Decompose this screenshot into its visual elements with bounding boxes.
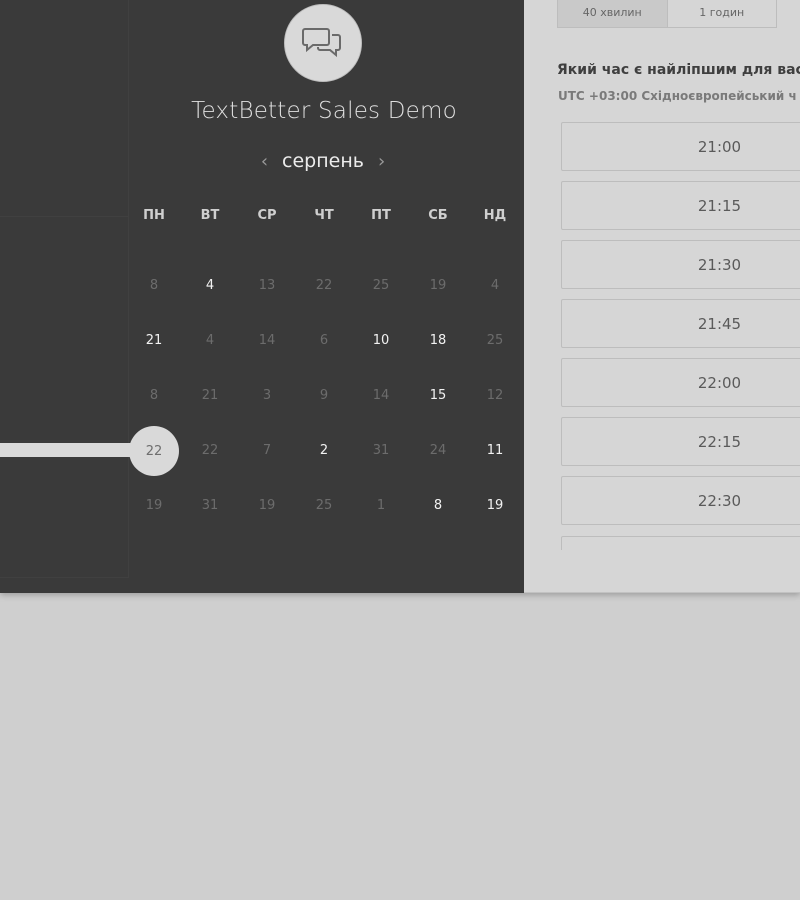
time-slot-button[interactable]: 21:00: [561, 122, 800, 171]
calendar-day-available[interactable]: 15: [418, 384, 458, 408]
calendar-day: 3: [262, 388, 272, 403]
time-slot-button[interactable]: 21:45: [561, 299, 800, 348]
scheduler-widget: TextBetter Sales Demo ‹ серпень › ПН ВТ СР…: [0, 0, 800, 593]
calendar-day: 8: [149, 278, 159, 293]
calendar-day: 6: [319, 333, 329, 348]
selected-day[interactable]: 22: [129, 426, 179, 476]
time-slot-button[interactable]: 21:30: [561, 240, 800, 289]
calendar-day: 22: [315, 278, 333, 293]
duration-toggle: 40 хвилин 1 годин: [557, 0, 777, 28]
prev-month-button[interactable]: ‹: [261, 151, 268, 172]
time-slot-label: 21:15: [697, 197, 742, 215]
time-slot-label: 21:30: [697, 256, 742, 274]
calendar-day: 13: [258, 278, 276, 293]
calendar-day-available[interactable]: 11: [475, 439, 515, 463]
weekday-label: ПН: [143, 208, 165, 223]
calendar-day-available[interactable]: 8: [418, 494, 458, 518]
panel-divider-line: [0, 216, 129, 244]
divider: [524, 592, 800, 593]
calendar-day: 24: [429, 443, 447, 458]
calendar-day: 4: [205, 333, 215, 348]
time-slot-label: 22:15: [697, 433, 742, 451]
calendar-panel: TextBetter Sales Demo ‹ серпень › ПН ВТ СР…: [0, 0, 524, 593]
time-slot-partial[interactable]: [561, 536, 800, 550]
calendar-day: 25: [315, 498, 333, 513]
calendar-day: 31: [372, 443, 390, 458]
weekday-label: ВТ: [200, 208, 220, 223]
time-slot-button[interactable]: 22:30: [561, 476, 800, 525]
calendar-day: 25: [372, 278, 390, 293]
calendar-day: 19: [145, 498, 163, 513]
calendar-day: 31: [201, 498, 219, 513]
calendar-day: 9: [319, 388, 329, 403]
calendar-day-available[interactable]: 19: [475, 494, 515, 518]
selection-bar: [0, 443, 150, 457]
time-slot-button[interactable]: 22:00: [561, 358, 800, 407]
month-label: серпень: [282, 150, 364, 172]
weekday-label: СР: [257, 208, 277, 223]
event-title: TextBetter Sales Demo: [191, 98, 457, 124]
calendar-day-available[interactable]: 4: [190, 274, 230, 298]
calendar-day: 21: [201, 388, 219, 403]
time-slot-label: 22:30: [697, 492, 742, 510]
month-navigation: ‹ серпень ›: [240, 146, 406, 176]
next-month-button[interactable]: ›: [378, 151, 385, 172]
calendar-day: 14: [258, 333, 276, 348]
time-question: Який час є найліпшим для вас: [557, 62, 800, 78]
chat-bubbles-icon: [302, 28, 341, 58]
calendar-day: 22: [201, 443, 219, 458]
calendar-day: 1: [376, 498, 386, 513]
calendar-day: 19: [258, 498, 276, 513]
weekday-label: НД: [483, 208, 507, 223]
time-slot-label: 22:00: [697, 374, 742, 392]
duration-option-40min[interactable]: 40 хвилин: [558, 0, 668, 27]
calendar-day: 4: [490, 278, 500, 293]
panel-divider: [0, 0, 129, 578]
calendar-day: 7: [262, 443, 272, 458]
event-avatar: [284, 4, 362, 82]
weekday-label: СБ: [428, 208, 448, 223]
calendar-day-available[interactable]: 18: [418, 329, 458, 353]
calendar-day: 19: [429, 278, 447, 293]
calendar-day-available[interactable]: 2: [304, 439, 344, 463]
duration-option-1h[interactable]: 1 годин: [668, 0, 777, 27]
calendar-day: 14: [372, 388, 390, 403]
weekday-label: ЧТ: [314, 208, 334, 223]
time-slot-label: 21:00: [697, 138, 742, 156]
calendar-day: 25: [486, 333, 504, 348]
calendar-day: 12: [486, 388, 504, 403]
time-slot-label: 21:45: [697, 315, 742, 333]
calendar-day: 8: [149, 388, 159, 403]
time-slot-button[interactable]: 22:15: [561, 417, 800, 466]
weekday-label: ПТ: [371, 208, 391, 223]
calendar-day-available[interactable]: 10: [361, 329, 401, 353]
time-panel: 40 хвилин 1 годин Який час є найліпшим д…: [524, 0, 800, 593]
timezone-label[interactable]: UTC +03:00 Східноєвропейський ч: [558, 89, 797, 103]
time-slot-button[interactable]: 21:15: [561, 181, 800, 230]
calendar-day-available[interactable]: 21: [134, 329, 174, 353]
